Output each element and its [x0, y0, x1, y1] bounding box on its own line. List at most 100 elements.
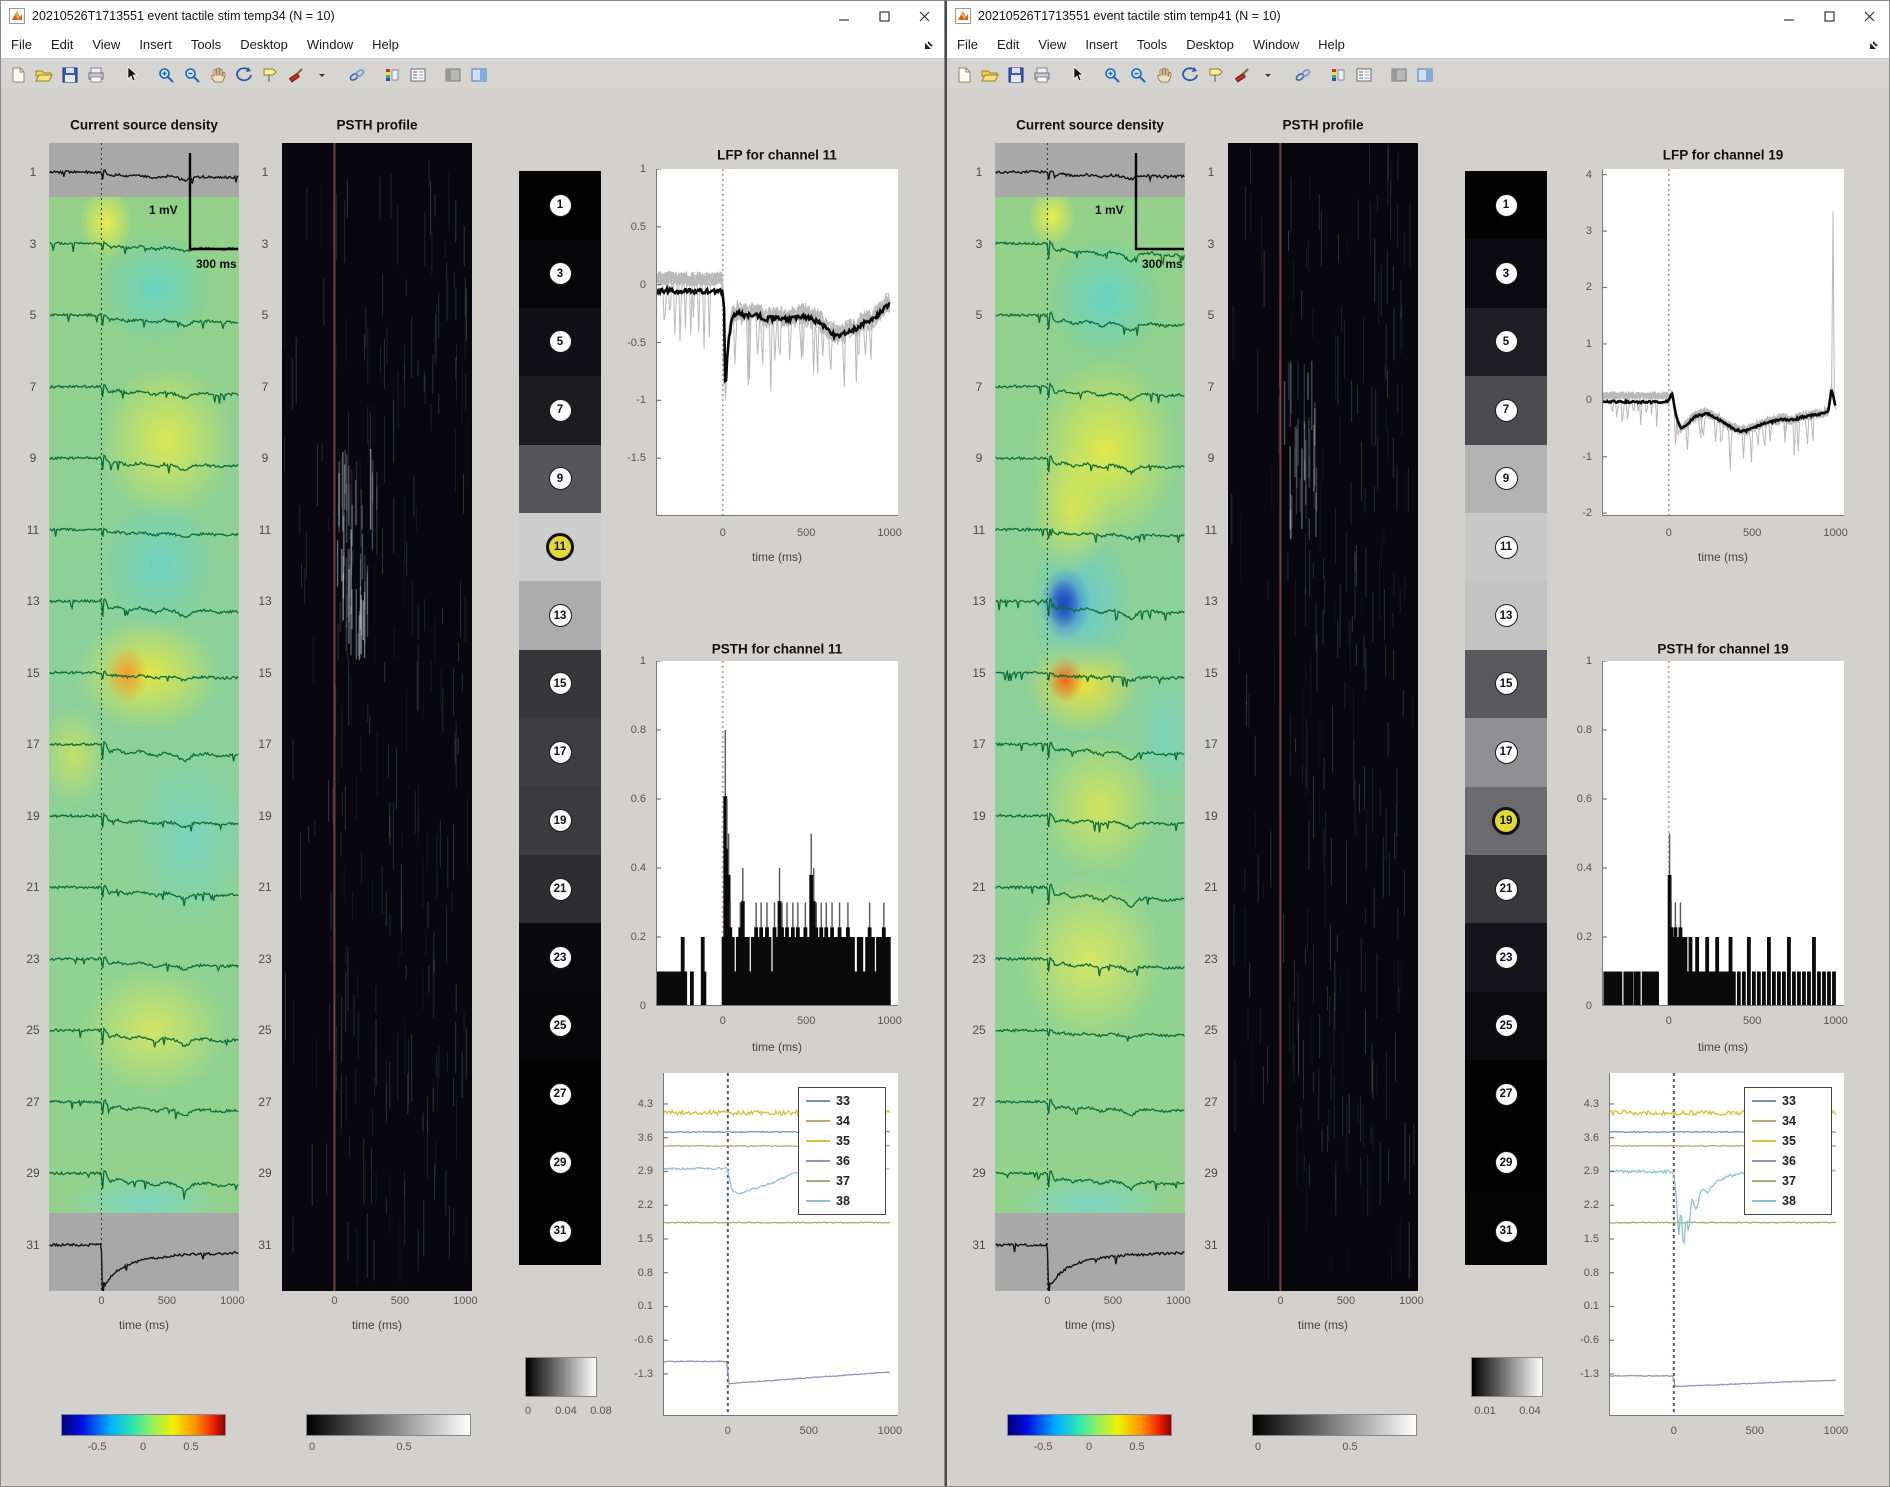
- channel-select-7[interactable]: 7: [1465, 376, 1547, 444]
- channel-chip[interactable]: 23: [1495, 946, 1518, 969]
- pointer-icon[interactable]: [1065, 63, 1088, 86]
- channel-chip[interactable]: 7: [1495, 399, 1518, 422]
- channel-chip[interactable]: 27: [549, 1083, 572, 1106]
- channel-select-29[interactable]: 29: [519, 1129, 601, 1197]
- menu-insert[interactable]: Insert: [139, 37, 172, 52]
- menu-tools[interactable]: Tools: [1137, 37, 1167, 52]
- channel-chip[interactable]: 21: [1495, 878, 1518, 901]
- channel-select-11[interactable]: 11: [1465, 513, 1547, 581]
- brush-caret-icon[interactable]: [1256, 63, 1279, 86]
- channel-chip[interactable]: 13: [549, 604, 572, 627]
- data-cursor-icon[interactable]: [1204, 63, 1227, 86]
- channel-chip[interactable]: 19: [549, 809, 572, 832]
- channel-select-23[interactable]: 23: [519, 923, 601, 991]
- channel-chip[interactable]: 3: [1495, 262, 1518, 285]
- pointer-icon[interactable]: [119, 63, 142, 86]
- dock-figure-icon[interactable]: [1869, 40, 1879, 50]
- pan-icon[interactable]: [206, 63, 229, 86]
- link-plot-icon[interactable]: [345, 63, 368, 86]
- menu-view[interactable]: View: [92, 37, 120, 52]
- channel-chip[interactable]: 5: [549, 330, 572, 353]
- channel-select-13[interactable]: 13: [1465, 581, 1547, 649]
- print-icon[interactable]: [1030, 63, 1053, 86]
- insert-colorbar-icon[interactable]: [1326, 63, 1349, 86]
- channel-select-31[interactable]: 31: [1465, 1197, 1547, 1265]
- channel-select-5[interactable]: 5: [519, 308, 601, 376]
- rotate-3d-icon[interactable]: [1178, 63, 1201, 86]
- channel-chip[interactable]: 15: [1495, 672, 1518, 695]
- close-button[interactable]: [904, 1, 944, 31]
- insert-colorbar-icon[interactable]: [380, 63, 403, 86]
- channel-select-7[interactable]: 7: [519, 376, 601, 444]
- channel-chip[interactable]: 13: [1495, 604, 1518, 627]
- close-button[interactable]: [1849, 1, 1889, 31]
- channel-select-11[interactable]: 11: [519, 513, 601, 581]
- new-file-icon[interactable]: [6, 63, 29, 86]
- save-icon[interactable]: [58, 63, 81, 86]
- selected-channel-chip[interactable]: 19: [1492, 807, 1520, 835]
- channel-select-19[interactable]: 19: [1465, 787, 1547, 855]
- channel-chip[interactable]: 29: [549, 1151, 572, 1174]
- channel-chip[interactable]: 21: [549, 878, 572, 901]
- zoom-out-icon[interactable]: [1126, 63, 1149, 86]
- channel-chip[interactable]: 31: [549, 1220, 572, 1243]
- hide-plot-tools-icon[interactable]: [1387, 63, 1410, 86]
- brush-icon[interactable]: [1230, 63, 1253, 86]
- show-plot-tools-icon[interactable]: [1413, 63, 1436, 86]
- show-plot-tools-icon[interactable]: [467, 63, 490, 86]
- channel-select-3[interactable]: 3: [519, 239, 601, 307]
- menu-desktop[interactable]: Desktop: [240, 37, 288, 52]
- save-icon[interactable]: [1004, 63, 1027, 86]
- channel-chip[interactable]: 7: [549, 399, 572, 422]
- minimize-button[interactable]: [824, 1, 864, 31]
- channel-select-15[interactable]: 15: [1465, 650, 1547, 718]
- pan-icon[interactable]: [1152, 63, 1175, 86]
- channel-chip[interactable]: 1: [549, 194, 572, 217]
- channel-select-15[interactable]: 15: [519, 650, 601, 718]
- open-file-icon[interactable]: [32, 63, 55, 86]
- menu-view[interactable]: View: [1038, 37, 1066, 52]
- channel-select-27[interactable]: 27: [519, 1060, 601, 1128]
- channel-select-19[interactable]: 19: [519, 787, 601, 855]
- channel-chip[interactable]: 15: [549, 672, 572, 695]
- channel-chip[interactable]: 23: [549, 946, 572, 969]
- channel-chip[interactable]: 17: [549, 741, 572, 764]
- channel-select-5[interactable]: 5: [1465, 308, 1547, 376]
- menu-help[interactable]: Help: [372, 37, 399, 52]
- channel-chip[interactable]: 5: [1495, 330, 1518, 353]
- channel-select-9[interactable]: 9: [519, 445, 601, 513]
- brush-icon[interactable]: [284, 63, 307, 86]
- hide-plot-tools-icon[interactable]: [441, 63, 464, 86]
- rotate-3d-icon[interactable]: [232, 63, 255, 86]
- maximize-button[interactable]: [1809, 1, 1849, 31]
- channel-chip[interactable]: 9: [549, 467, 572, 490]
- channel-select-1[interactable]: 1: [1465, 171, 1547, 239]
- menu-edit[interactable]: Edit: [51, 37, 73, 52]
- selected-channel-chip[interactable]: 11: [546, 533, 574, 561]
- brush-caret-icon[interactable]: [310, 63, 333, 86]
- maximize-button[interactable]: [864, 1, 904, 31]
- dock-figure-icon[interactable]: [924, 40, 934, 50]
- channel-chip[interactable]: 25: [1495, 1014, 1518, 1037]
- zoom-out-icon[interactable]: [180, 63, 203, 86]
- channel-chip[interactable]: 27: [1495, 1083, 1518, 1106]
- channel-select-31[interactable]: 31: [519, 1197, 601, 1265]
- channel-chip[interactable]: 11: [1495, 536, 1518, 559]
- channel-select-23[interactable]: 23: [1465, 923, 1547, 991]
- channel-select-25[interactable]: 25: [519, 992, 601, 1060]
- menu-desktop[interactable]: Desktop: [1186, 37, 1234, 52]
- channel-select-27[interactable]: 27: [1465, 1060, 1547, 1128]
- channel-chip[interactable]: 29: [1495, 1151, 1518, 1174]
- channel-chip[interactable]: 1: [1495, 194, 1518, 217]
- channel-chip[interactable]: 25: [549, 1014, 572, 1037]
- link-plot-icon[interactable]: [1291, 63, 1314, 86]
- channel-select-25[interactable]: 25: [1465, 992, 1547, 1060]
- menu-file[interactable]: File: [11, 37, 32, 52]
- menu-tools[interactable]: Tools: [191, 37, 221, 52]
- channel-select-29[interactable]: 29: [1465, 1129, 1547, 1197]
- print-icon[interactable]: [84, 63, 107, 86]
- channel-select-21[interactable]: 21: [519, 855, 601, 923]
- insert-legend-icon[interactable]: [1352, 63, 1375, 86]
- channel-chip[interactable]: 9: [1495, 467, 1518, 490]
- channel-select-3[interactable]: 3: [1465, 239, 1547, 307]
